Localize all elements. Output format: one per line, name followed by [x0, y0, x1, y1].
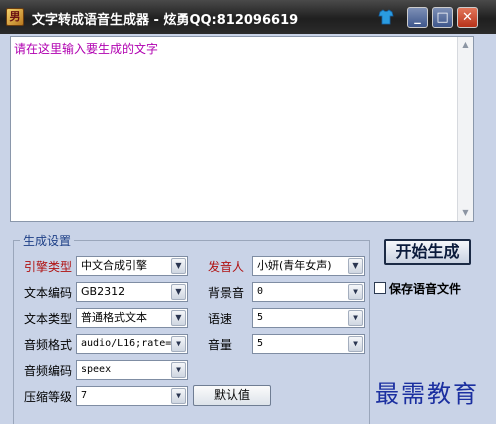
scroll-down-icon[interactable]: ▼	[459, 206, 472, 220]
volume-label: 音量	[208, 338, 233, 352]
chevron-down-icon[interactable]: ▼	[348, 336, 363, 352]
save-audio-checkbox[interactable]	[374, 282, 386, 294]
close-button[interactable]: ✕	[457, 7, 478, 28]
vertical-scrollbar[interactable]: ▲ ▼	[457, 37, 473, 221]
chevron-down-icon[interactable]: ▼	[171, 336, 186, 352]
chevron-down-icon[interactable]: ▼	[171, 258, 186, 274]
chevron-down-icon[interactable]: ▼	[348, 310, 363, 326]
maximize-button[interactable]: □	[432, 7, 453, 28]
compression-select[interactable]: 7 ▼	[76, 386, 188, 406]
chevron-down-icon[interactable]: ▼	[348, 284, 363, 300]
start-generate-button[interactable]: 开始生成	[384, 239, 471, 265]
window-title: 文字转成语音生成器 - 炫勇QQ:812096619	[32, 13, 299, 28]
text-type-select[interactable]: 普通格式文本 ▼	[76, 308, 188, 328]
audio-format-select[interactable]: audio/L16;rate= ▼	[76, 334, 188, 354]
compression-label: 压缩等级	[24, 390, 73, 404]
engine-select[interactable]: 中文合成引擎 ▼	[76, 256, 188, 276]
speaker-select[interactable]: 小妍(青年女声) ▼	[252, 256, 365, 276]
chevron-down-icon[interactable]: ▼	[171, 362, 186, 378]
save-audio-label[interactable]: 保存语音文件	[389, 280, 461, 297]
skin-shirt-icon[interactable]	[378, 9, 394, 25]
speed-label: 语速	[208, 312, 233, 326]
minimize-button[interactable]: _	[407, 7, 428, 28]
audio-codec-select[interactable]: speex ▼	[76, 360, 188, 380]
text-input-area[interactable]: 请在这里输入要生成的文字 ▲ ▼	[10, 36, 474, 222]
minimize-icon: _	[414, 10, 421, 25]
chevron-down-icon[interactable]: ▼	[171, 388, 186, 404]
audio-codec-label: 音频编码	[24, 364, 73, 378]
default-values-button[interactable]: 默认值	[193, 385, 271, 406]
watermark-text: 最需教育	[375, 380, 479, 408]
title-bar: 男 文字转成语音生成器 - 炫勇QQ:812096619 _ □ ✕	[0, 0, 496, 34]
chevron-down-icon[interactable]: ▼	[171, 310, 186, 326]
maximize-icon: □	[436, 10, 449, 25]
chevron-down-icon[interactable]: ▼	[348, 258, 363, 274]
app-logo-icon: 男	[6, 8, 24, 26]
audio-format-label: 音频格式	[24, 338, 73, 352]
text-input-placeholder: 请在这里输入要生成的文字	[14, 42, 159, 56]
engine-label: 引擎类型	[24, 260, 73, 274]
chevron-down-icon[interactable]: ▼	[171, 284, 186, 300]
close-icon: ✕	[462, 10, 473, 25]
bg-sound-select[interactable]: 0 ▼	[252, 282, 365, 302]
speed-select[interactable]: 5 ▼	[252, 308, 365, 328]
speaker-label: 发音人	[208, 260, 245, 274]
encoding-label: 文本编码	[24, 286, 73, 300]
volume-select[interactable]: 5 ▼	[252, 334, 365, 354]
text-type-label: 文本类型	[24, 312, 73, 326]
scroll-up-icon[interactable]: ▲	[459, 38, 472, 52]
encoding-select[interactable]: GB2312 ▼	[76, 282, 188, 302]
settings-group-title: 生成设置	[20, 232, 75, 249]
bg-sound-label: 背景音	[208, 286, 245, 300]
